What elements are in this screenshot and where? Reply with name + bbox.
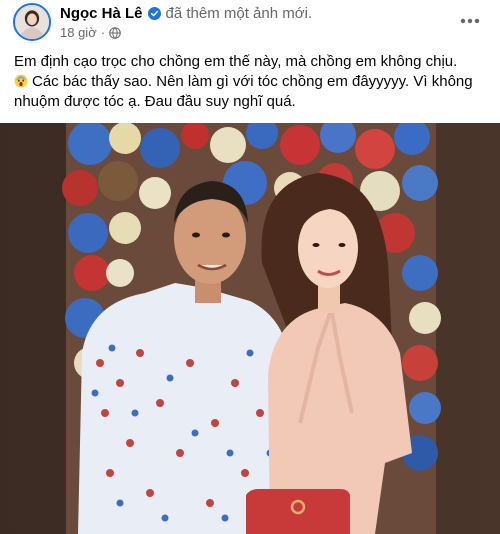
post-body: Em định cạo trọc cho chồng em thế này, m… <box>14 52 490 112</box>
post-text-line-1: Em định cạo trọc cho chồng em thế này, m… <box>14 53 458 70</box>
screaming-face-emoji <box>14 74 28 88</box>
post-text-line-3: nhuộm được tóc ạ. Đau đầu suy nghĩ quá. <box>14 93 296 110</box>
more-options-icon <box>460 18 480 24</box>
author-avatar[interactable] <box>13 3 51 41</box>
post-header: Ngọc Hà Lê đã thêm một ảnh mới. 18 giờ · <box>0 0 500 46</box>
post-action-text: đã thêm một ảnh mới. <box>165 5 313 22</box>
verified-badge-icon <box>147 7 161 20</box>
post-photo[interactable] <box>0 123 500 534</box>
author-line: Ngọc Hà Lê đã thêm một ảnh mới. <box>60 5 312 22</box>
post-text-line-2-content: Các bác thấy sao. Nên làm gì với tóc chồ… <box>32 73 473 90</box>
meta-separator: · <box>100 25 106 40</box>
post-timestamp[interactable]: 18 giờ <box>60 25 97 40</box>
post-meta: 18 giờ · <box>60 25 121 40</box>
globe-icon[interactable] <box>109 26 121 39</box>
post-text-line-2: Các bác thấy sao. Nên làm gì với tóc chồ… <box>14 72 490 92</box>
author-name[interactable]: Ngọc Hà Lê <box>60 5 143 22</box>
more-options-button[interactable] <box>456 10 484 32</box>
couple-photo-illustration <box>0 123 500 534</box>
